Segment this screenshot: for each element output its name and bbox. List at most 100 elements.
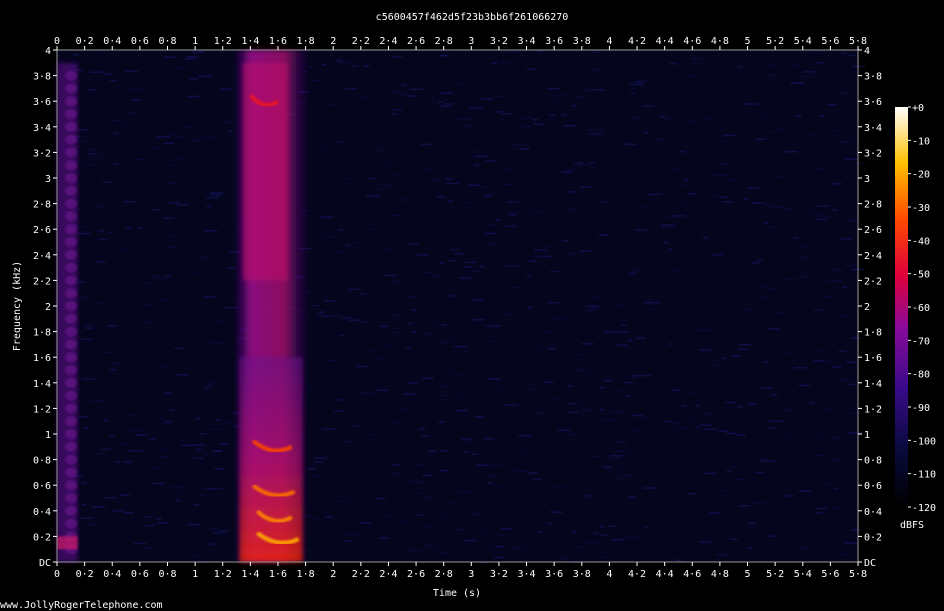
noise-speck xyxy=(204,386,211,389)
noise-speck xyxy=(156,365,165,368)
x-tick-label: 1·2 xyxy=(214,36,232,47)
noise-speck xyxy=(338,399,345,401)
noise-speck xyxy=(529,260,536,262)
noise-speck xyxy=(474,164,480,166)
noise-speck xyxy=(359,522,372,524)
noise-speck xyxy=(639,374,652,377)
noise-speck xyxy=(716,448,722,450)
energy-blob xyxy=(65,173,77,183)
noise-speck xyxy=(596,556,606,559)
noise-speck xyxy=(385,515,391,517)
colorbar-gradient xyxy=(895,107,908,507)
noise-speck xyxy=(456,374,461,376)
noise-speck xyxy=(486,378,501,380)
noise-speck xyxy=(156,136,171,138)
noise-speck xyxy=(486,325,501,327)
y-tick-label: 3·8 xyxy=(33,72,51,83)
noise-speck xyxy=(345,178,352,180)
noise-speck xyxy=(447,295,454,297)
noise-speck xyxy=(158,423,172,425)
noise-speck xyxy=(122,123,128,126)
noise-speck xyxy=(212,532,226,534)
noise-speck xyxy=(450,502,460,505)
noise-speck xyxy=(481,186,490,188)
noise-speck xyxy=(631,414,643,417)
noise-speck xyxy=(102,181,112,183)
noise-speck xyxy=(646,301,661,304)
x-tick-label: 5·6 xyxy=(821,569,839,580)
noise-speck xyxy=(809,402,815,404)
noise-speck xyxy=(458,83,465,85)
noise-speck xyxy=(88,60,94,62)
y-tick-label: 3·2 xyxy=(864,148,882,159)
noise-speck xyxy=(166,246,178,248)
noise-speck xyxy=(767,535,776,537)
colorbar-tick-label: -120 xyxy=(912,503,936,514)
noise-speck xyxy=(506,201,519,203)
noise-speck xyxy=(333,372,339,375)
noise-speck xyxy=(452,76,460,79)
noise-speck xyxy=(152,482,165,485)
noise-speck xyxy=(827,361,835,364)
noise-speck xyxy=(359,292,367,295)
noise-speck xyxy=(131,99,142,101)
y-tick-label: 2 xyxy=(45,302,51,313)
x-tick-label: 0·6 xyxy=(131,36,149,47)
noise-speck xyxy=(515,287,520,289)
noise-speck xyxy=(816,351,824,353)
noise-speck xyxy=(93,205,108,208)
noise-speck xyxy=(495,219,501,221)
noise-speck xyxy=(414,463,423,466)
noise-speck xyxy=(583,89,593,91)
energy-blob xyxy=(65,96,77,107)
noise-speck xyxy=(722,357,727,360)
noise-speck xyxy=(572,530,578,533)
noise-speck xyxy=(762,361,768,363)
noise-speck xyxy=(462,440,470,443)
noise-speck xyxy=(160,449,167,451)
noise-speck xyxy=(445,103,454,105)
noise-speck xyxy=(802,245,811,247)
noise-speck xyxy=(119,509,126,512)
noise-speck xyxy=(348,288,359,291)
noise-speck xyxy=(480,532,485,535)
colorbar-tick-label: -50 xyxy=(912,270,930,281)
noise-speck xyxy=(777,129,788,131)
noise-speck xyxy=(722,200,734,203)
noise-speck xyxy=(76,226,87,228)
noise-speck xyxy=(533,478,542,481)
noise-speck xyxy=(335,59,343,61)
noise-speck xyxy=(437,196,446,198)
y-tick-label: 3·2 xyxy=(33,148,51,159)
noise-speck xyxy=(519,148,531,150)
x-tick-label: 3·8 xyxy=(573,36,591,47)
y-tick-label: 2·8 xyxy=(33,200,51,211)
noise-speck xyxy=(720,196,728,198)
noise-speck xyxy=(627,116,642,119)
noise-speck xyxy=(844,542,858,544)
noise-speck xyxy=(672,389,681,392)
y-tick-label: 2·6 xyxy=(864,225,882,236)
x-tick-label: 2·8 xyxy=(435,569,453,580)
noise-speck xyxy=(681,404,688,407)
noise-speck xyxy=(799,276,812,278)
noise-speck xyxy=(149,193,156,196)
noise-speck xyxy=(623,143,637,145)
noise-speck xyxy=(396,228,402,230)
noise-speck xyxy=(659,116,666,118)
noise-speck xyxy=(392,55,402,58)
noise-speck xyxy=(440,449,449,452)
x-tick-label: 1·8 xyxy=(297,36,315,47)
noise-speck xyxy=(699,349,712,351)
noise-speck xyxy=(818,437,824,439)
noise-speck xyxy=(432,275,441,278)
noise-speck xyxy=(199,256,213,259)
x-tick-label: 2·6 xyxy=(407,569,425,580)
noise-speck xyxy=(215,419,221,421)
noise-speck xyxy=(332,251,342,253)
noise-speck xyxy=(113,132,119,135)
noise-speck xyxy=(522,125,532,128)
noise-speck xyxy=(593,296,600,298)
noise-speck xyxy=(140,321,155,324)
noise-speck xyxy=(104,497,116,499)
